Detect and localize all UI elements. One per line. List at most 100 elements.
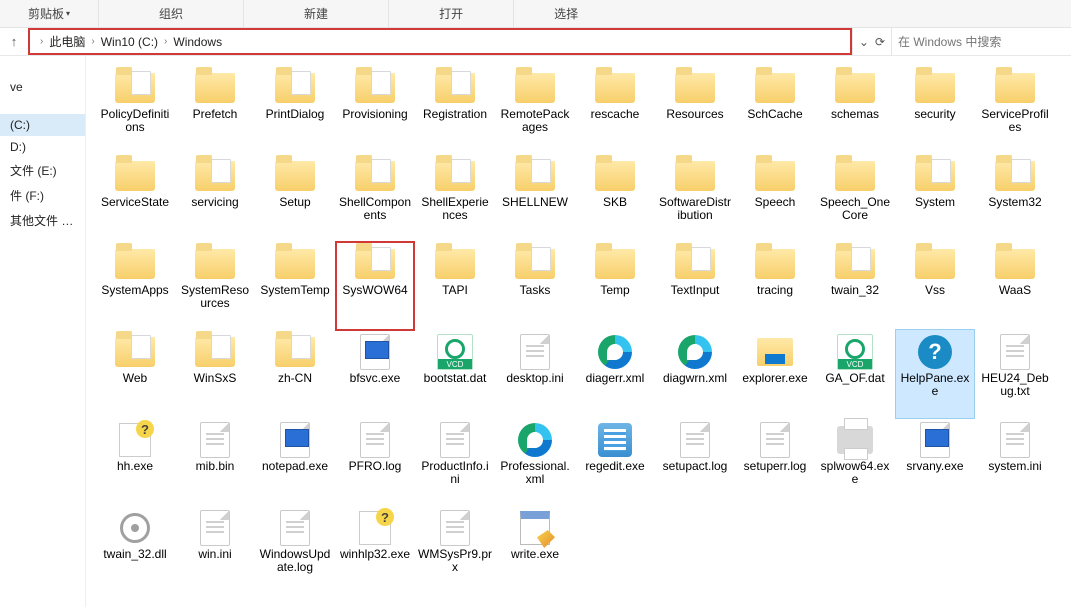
- file-item[interactable]: regedit.exe: [576, 418, 654, 506]
- file-item[interactable]: servicing: [176, 154, 254, 242]
- file-label: SchCache: [747, 108, 802, 121]
- search-box[interactable]: [891, 28, 1071, 55]
- file-item[interactable]: WMSysPr9.prx: [416, 506, 494, 594]
- folder-icon: [193, 158, 237, 194]
- file-item[interactable]: setuperr.log: [736, 418, 814, 506]
- file-label: ShellComponents: [338, 196, 412, 222]
- file-item[interactable]: SHELLNEW: [496, 154, 574, 242]
- sidebar-item[interactable]: [0, 98, 85, 106]
- file-item[interactable]: schemas: [816, 66, 894, 154]
- file-item[interactable]: Web: [96, 330, 174, 418]
- file-item[interactable]: Registration: [416, 66, 494, 154]
- chevron-down-icon[interactable]: ⌄: [859, 35, 869, 49]
- file-item[interactable]: mib.bin: [176, 418, 254, 506]
- file-item[interactable]: PolicyDefinitions: [96, 66, 174, 154]
- file-item[interactable]: PrintDialog: [256, 66, 334, 154]
- file-item[interactable]: SystemResources: [176, 242, 254, 330]
- file-item[interactable]: SKB: [576, 154, 654, 242]
- file-item[interactable]: desktop.ini: [496, 330, 574, 418]
- file-item[interactable]: tracing: [736, 242, 814, 330]
- sidebar-item[interactable]: 其他文件 (G:): [0, 208, 85, 233]
- search-input[interactable]: [898, 35, 1065, 49]
- file-item[interactable]: Vss: [896, 242, 974, 330]
- file-item[interactable]: Speech_OneCore: [816, 154, 894, 242]
- folder-icon: [273, 334, 317, 370]
- file-item[interactable]: rescache: [576, 66, 654, 154]
- sidebar-item[interactable]: [0, 106, 85, 114]
- file-item[interactable]: System32: [976, 154, 1054, 242]
- file-item[interactable]: HEU24_Debug.txt: [976, 330, 1054, 418]
- up-button[interactable]: ↑: [0, 28, 28, 55]
- sidebar-item[interactable]: ve: [0, 76, 85, 98]
- file-item[interactable]: splwow64.exe: [816, 418, 894, 506]
- file-item[interactable]: diagwrn.xml: [656, 330, 734, 418]
- file-item[interactable]: Prefetch: [176, 66, 254, 154]
- file-item[interactable]: Resources: [656, 66, 734, 154]
- file-item[interactable]: ShellComponents: [336, 154, 414, 242]
- file-item[interactable]: diagerr.xml: [576, 330, 654, 418]
- file-item[interactable]: TAPI: [416, 242, 494, 330]
- file-label: TAPI: [442, 284, 468, 297]
- file-item[interactable]: bfsvc.exe: [336, 330, 414, 418]
- file-item[interactable]: Setup: [256, 154, 334, 242]
- file-item[interactable]: security: [896, 66, 974, 154]
- file-item[interactable]: system.ini: [976, 418, 1054, 506]
- sidebar-item[interactable]: 件 (F:): [0, 183, 85, 208]
- file-item[interactable]: System: [896, 154, 974, 242]
- file-item[interactable]: ShellExperiences: [416, 154, 494, 242]
- crumb-this-pc[interactable]: 此电脑›: [49, 33, 100, 50]
- sidebar-item[interactable]: [0, 68, 85, 76]
- file-item[interactable]: SysWOW64: [336, 242, 414, 330]
- file-item[interactable]: Speech: [736, 154, 814, 242]
- ribbon-group-new[interactable]: 新建: [244, 0, 389, 27]
- file-item[interactable]: twain_32.dll: [96, 506, 174, 594]
- file-item[interactable]: twain_32: [816, 242, 894, 330]
- ribbon-group-open[interactable]: 打开: [389, 0, 514, 27]
- file-label: PrintDialog: [266, 108, 325, 121]
- file-item[interactable]: Temp: [576, 242, 654, 330]
- file-item[interactable]: Tasks: [496, 242, 574, 330]
- sidebar-item[interactable]: D:): [0, 136, 85, 158]
- crumb-windows[interactable]: Windows: [173, 35, 222, 49]
- file-item[interactable]: win.ini: [176, 506, 254, 594]
- file-item[interactable]: ProductInfo.ini: [416, 418, 494, 506]
- file-item[interactable]: explorer.exe: [736, 330, 814, 418]
- file-item[interactable]: ?HelpPane.exe: [896, 330, 974, 418]
- file-item[interactable]: WaaS: [976, 242, 1054, 330]
- file-item[interactable]: PFRO.log: [336, 418, 414, 506]
- file-item[interactable]: SoftwareDistribution: [656, 154, 734, 242]
- file-item[interactable]: TextInput: [656, 242, 734, 330]
- file-item[interactable]: RemotePackages: [496, 66, 574, 154]
- file-item[interactable]: WinSxS: [176, 330, 254, 418]
- file-item[interactable]: VCDbootstat.dat: [416, 330, 494, 418]
- file-item[interactable]: VCDGA_OF.dat: [816, 330, 894, 418]
- file-item[interactable]: ServiceProfiles: [976, 66, 1054, 154]
- file-item[interactable]: WindowsUpdate.log: [256, 506, 334, 594]
- file-item[interactable]: zh-CN: [256, 330, 334, 418]
- sidebar-item[interactable]: (C:): [0, 114, 85, 136]
- file-item[interactable]: srvany.exe: [896, 418, 974, 506]
- file-item[interactable]: Professional.xml: [496, 418, 574, 506]
- breadcrumb[interactable]: › 此电脑› Win10 (C:)› Windows: [28, 28, 852, 55]
- file-item[interactable]: SchCache: [736, 66, 814, 154]
- file-item[interactable]: write.exe: [496, 506, 574, 594]
- file-label: Resources: [666, 108, 723, 121]
- ribbon-group-organize[interactable]: 组织: [99, 0, 244, 27]
- file-item[interactable]: ServiceState: [96, 154, 174, 242]
- crumb-drive-c[interactable]: Win10 (C:)›: [101, 35, 174, 49]
- refresh-icon[interactable]: ⟳: [875, 35, 885, 49]
- file-item[interactable]: notepad.exe: [256, 418, 334, 506]
- ribbon-group-select[interactable]: 选择: [514, 0, 618, 27]
- sidebar-item[interactable]: 文件 (E:): [0, 158, 85, 183]
- file-label: explorer.exe: [742, 372, 807, 385]
- file-content-area[interactable]: PolicyDefinitionsPrefetch PrintDialog Prov…: [86, 56, 1071, 607]
- file-label: rescache: [591, 108, 640, 121]
- file-item[interactable]: hh.exe: [96, 418, 174, 506]
- regedit-icon: [593, 422, 637, 458]
- file-item[interactable]: SystemTemp: [256, 242, 334, 330]
- file-item[interactable]: Provisioning: [336, 66, 414, 154]
- file-item[interactable]: SystemApps: [96, 242, 174, 330]
- file-item[interactable]: setupact.log: [656, 418, 734, 506]
- ribbon-group-clipboard[interactable]: 剪贴板 ▾: [0, 0, 99, 27]
- file-item[interactable]: winhlp32.exe: [336, 506, 414, 594]
